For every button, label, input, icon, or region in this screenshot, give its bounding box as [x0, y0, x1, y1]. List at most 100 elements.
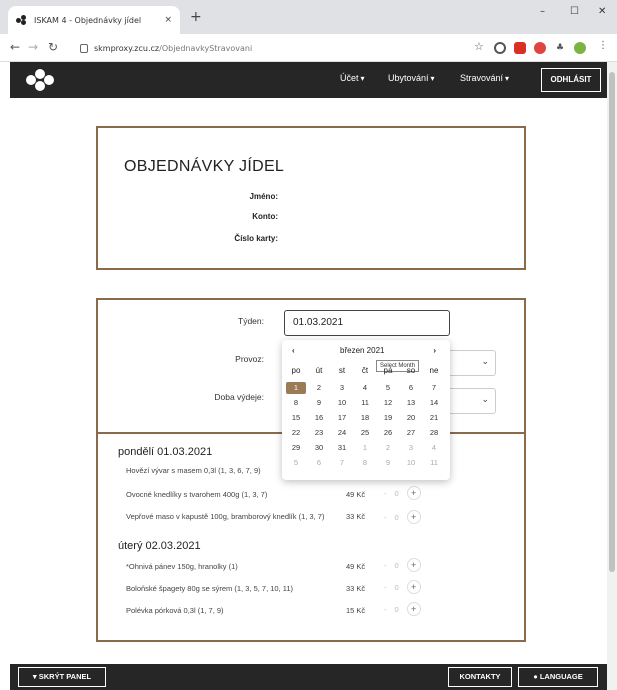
- weekday-label: ne: [429, 366, 439, 375]
- calendar-day[interactable]: 2: [378, 442, 398, 454]
- meal-price: 33 Kč: [346, 584, 366, 593]
- calendar-day[interactable]: 3: [401, 442, 421, 454]
- tab-close-icon[interactable]: ×: [164, 15, 172, 25]
- meal-price: 49 Kč: [346, 490, 366, 499]
- language-button[interactable]: ● LANGUAGE: [518, 667, 598, 687]
- calendar-day[interactable]: 4: [355, 382, 375, 394]
- reload-icon[interactable]: ↻: [48, 40, 58, 54]
- profile-avatar-icon[interactable]: [574, 42, 586, 54]
- back-arrow-icon[interactable]: ←: [10, 40, 20, 54]
- calendar-day[interactable]: 7: [332, 457, 352, 469]
- calendar-day[interactable]: 29: [286, 442, 306, 454]
- meal-price: 49 Kč: [346, 562, 366, 571]
- meal-name: Boloňské špagety 80g se sýrem (1, 3, 5, …: [126, 584, 294, 593]
- browser-tabstrip: ISKAM 4 - Objednávky jídel × + – ☐ ✕: [0, 0, 617, 34]
- calendar-day[interactable]: 9: [309, 397, 329, 409]
- calendar-day[interactable]: 5: [286, 457, 306, 469]
- menu-ubytovani[interactable]: Ubytování: [388, 73, 435, 83]
- calendar-day[interactable]: 11: [355, 397, 375, 409]
- calendar-day[interactable]: 6: [401, 382, 421, 394]
- calendar-day[interactable]: 31: [332, 442, 352, 454]
- plus-button[interactable]: +: [406, 580, 421, 594]
- forward-arrow-icon[interactable]: →: [28, 40, 38, 54]
- plus-button[interactable]: +: [406, 510, 421, 524]
- tab-title: ISKAM 4 - Objednávky jídel: [34, 15, 142, 25]
- quantity-value: 0: [394, 512, 399, 522]
- calendar-day[interactable]: 10: [401, 457, 421, 469]
- name-label: Jméno:: [249, 192, 278, 201]
- browser-menu-icon[interactable]: ⋮: [598, 40, 608, 51]
- datepicker-popup: ‹ březen 2021 › Select Month po út st čt pá s…: [282, 340, 450, 480]
- calendar-day[interactable]: 6: [309, 457, 329, 469]
- iskam-logo-icon[interactable]: [26, 69, 54, 91]
- meal-name: Vepřové maso v kapustě 100g, bramborový …: [126, 512, 325, 521]
- calendar-day[interactable]: 24: [332, 427, 352, 439]
- calendar-day[interactable]: 5: [378, 382, 398, 394]
- month-switch[interactable]: březen 2021: [340, 346, 384, 355]
- calendar-day[interactable]: 25: [355, 427, 375, 439]
- day-title: pondělí 01.03.2021: [118, 446, 213, 458]
- menu-ucet[interactable]: Účet: [340, 73, 365, 83]
- calendar-day[interactable]: 10: [332, 397, 352, 409]
- calendar-day[interactable]: 15: [286, 412, 306, 424]
- plus-button[interactable]: +: [406, 602, 421, 616]
- calendar-day[interactable]: 12: [378, 397, 398, 409]
- menu-stravovani[interactable]: Stravování: [460, 73, 509, 83]
- calendar-day[interactable]: 20: [401, 412, 421, 424]
- address-bar[interactable]: skmproxy.zcu.cz/ObjednavkyStravovani: [80, 38, 460, 58]
- adblock-icon[interactable]: [534, 42, 546, 54]
- hide-panel-button[interactable]: ▾ SKRÝT PANEL: [18, 667, 106, 687]
- calendar-day[interactable]: 30: [309, 442, 329, 454]
- browser-tab[interactable]: ISKAM 4 - Objednávky jídel ×: [8, 6, 180, 34]
- bookmark-star-icon[interactable]: ☆: [474, 40, 484, 53]
- page-scrollbar[interactable]: [607, 62, 617, 690]
- calendar-day[interactable]: 8: [355, 457, 375, 469]
- calendar-day[interactable]: 1: [355, 442, 375, 454]
- maximize-button[interactable]: ☐: [570, 6, 579, 17]
- calendar-day[interactable]: 26: [378, 427, 398, 439]
- calendar-day[interactable]: 23: [309, 427, 329, 439]
- calendar-day[interactable]: 13: [401, 397, 421, 409]
- calendar-day[interactable]: 7: [424, 382, 444, 394]
- calendar-day[interactable]: 8: [286, 397, 306, 409]
- calendar-day[interactable]: 2: [309, 382, 329, 394]
- app-navbar: Účet Ubytování Stravování ODHLÁSIT: [10, 62, 607, 98]
- prev-month-icon[interactable]: ‹: [292, 346, 295, 355]
- lock-icon: [80, 43, 88, 53]
- logout-button[interactable]: ODHLÁSIT: [541, 68, 601, 92]
- calendar-day[interactable]: 27: [401, 427, 421, 439]
- calendar-day[interactable]: 14: [424, 397, 444, 409]
- next-month-icon[interactable]: ›: [433, 346, 436, 355]
- calendar-day[interactable]: 21: [424, 412, 444, 424]
- calendar-day[interactable]: 16: [309, 412, 329, 424]
- plus-button[interactable]: +: [406, 486, 421, 500]
- minus-button[interactable]: -: [384, 561, 387, 570]
- new-tab-button[interactable]: +: [190, 9, 202, 25]
- contacts-button[interactable]: KONTAKTY: [448, 667, 512, 687]
- minus-button[interactable]: -: [384, 583, 387, 592]
- extensions-puzzle-icon[interactable]: ♣: [554, 42, 566, 54]
- calendar-day[interactable]: 1: [286, 382, 306, 394]
- minus-button[interactable]: -: [384, 513, 387, 522]
- close-window-button[interactable]: ✕: [598, 6, 606, 17]
- calendar-day[interactable]: 18: [355, 412, 375, 424]
- calendar-day[interactable]: 3: [332, 382, 352, 394]
- calendar-day[interactable]: 19: [378, 412, 398, 424]
- plus-button[interactable]: +: [406, 558, 421, 572]
- calendar-day[interactable]: 9: [378, 457, 398, 469]
- quantity-value: 0: [394, 488, 399, 498]
- calendar-day[interactable]: 28: [424, 427, 444, 439]
- extension-circle-icon[interactable]: [494, 42, 506, 54]
- minimize-button[interactable]: –: [540, 6, 545, 17]
- minus-button[interactable]: -: [384, 605, 387, 614]
- calendar-day[interactable]: 4: [424, 442, 444, 454]
- scrollbar-thumb[interactable]: [609, 72, 615, 572]
- week-date-input[interactable]: 01.03.2021: [284, 310, 450, 336]
- calendar-day[interactable]: 17: [332, 412, 352, 424]
- weekday-label: so: [406, 366, 416, 375]
- language-label: LANGUAGE: [539, 672, 583, 681]
- calendar-day[interactable]: 22: [286, 427, 306, 439]
- minus-button[interactable]: -: [384, 489, 387, 498]
- calendar-day[interactable]: 11: [424, 457, 444, 469]
- extension-red-icon[interactable]: [514, 42, 526, 54]
